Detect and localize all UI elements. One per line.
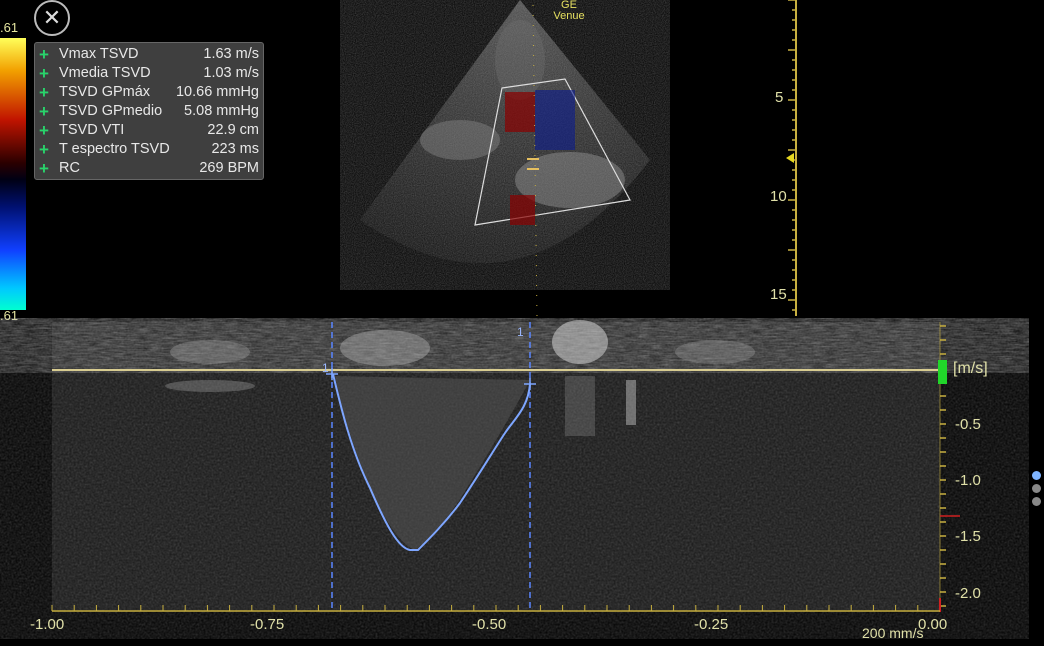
measurement-row[interactable]: + TSVD GPmáx 10.66 mmHg xyxy=(35,83,263,102)
plus-icon: + xyxy=(39,83,49,102)
page-dot[interactable] xyxy=(1032,497,1041,506)
caliper-label-start: 1 xyxy=(322,361,329,375)
velocity-label: -2.0 xyxy=(955,585,981,602)
velocity-label: -0.5 xyxy=(955,416,981,433)
measurement-row[interactable]: + Vmax TSVD 1.63 m/s xyxy=(35,45,263,64)
depth-label-15: 15 xyxy=(770,286,787,303)
color-scale-top-label: .61 xyxy=(0,20,19,35)
plus-icon: + xyxy=(39,64,49,83)
measurement-label: TSVD GPmedio xyxy=(59,103,163,119)
baseline-handle-icon[interactable] xyxy=(938,360,947,384)
plus-icon: + xyxy=(39,121,49,140)
measurement-value: 223 ms xyxy=(211,141,259,157)
ultrasound-sector-image xyxy=(360,0,650,318)
focus-marker-icon[interactable] xyxy=(786,153,794,163)
plus-icon: + xyxy=(39,140,49,159)
measurement-value: 22.9 cm xyxy=(207,122,259,138)
measurement-panel: + Vmax TSVD 1.63 m/s + Vmedia TSVD 1.03 m/s … xyxy=(34,42,264,180)
ge-venue-logo: GE Venue xyxy=(544,0,594,22)
measurement-row[interactable]: + Vmedia TSVD 1.03 m/s xyxy=(35,64,263,83)
measurement-row[interactable]: + TSVD VTI 22.9 cm xyxy=(35,121,263,140)
measurement-label: Vmedia TSVD xyxy=(59,65,151,81)
time-label: -1.00 xyxy=(30,616,65,633)
measurement-value: 269 BPM xyxy=(199,160,259,176)
depth-label-5: 5 xyxy=(775,89,784,106)
time-label: -0.25 xyxy=(694,616,729,633)
page-dot-active[interactable] xyxy=(1032,471,1041,480)
plus-icon: + xyxy=(39,45,49,64)
depth-label-10: 10 xyxy=(770,188,787,205)
depth-scale: 5 10 15 xyxy=(770,0,820,318)
sweep-speed-label: 200 mm/s xyxy=(862,625,924,641)
measurement-value: 1.03 m/s xyxy=(203,65,259,81)
measurement-label: TSVD VTI xyxy=(59,122,125,138)
page-dot[interactable] xyxy=(1032,484,1041,493)
measurement-label: RC xyxy=(59,160,80,176)
measurement-label: Vmax TSVD xyxy=(59,46,139,62)
time-label: -0.75 xyxy=(250,616,285,633)
depth-ruler xyxy=(786,0,797,316)
logo-line2: Venue xyxy=(553,10,585,22)
measurement-label: T espectro TSVD xyxy=(59,141,170,157)
velocity-unit-label: [m/s] xyxy=(953,360,988,377)
caliper-label-end: 1 xyxy=(517,325,524,339)
measurement-label: TSVD GPmáx xyxy=(59,84,151,100)
velocity-label: -1.0 xyxy=(955,472,981,489)
measurement-value: 1.63 m/s xyxy=(203,46,259,62)
measurement-row[interactable]: + RC 269 BPM xyxy=(35,159,263,178)
measurement-row[interactable]: + T espectro TSVD 223 ms xyxy=(35,140,263,159)
measurement-value: 5.08 mmHg xyxy=(184,103,259,119)
color-velocity-bar xyxy=(0,38,26,310)
close-button[interactable]: ✕ xyxy=(34,0,70,36)
close-icon: ✕ xyxy=(42,5,62,30)
plus-icon: + xyxy=(39,102,49,121)
measurement-value: 10.66 mmHg xyxy=(175,84,259,100)
plus-icon: + xyxy=(39,159,49,178)
doppler-spectrum[interactable]: 1 1 xyxy=(0,318,1044,646)
time-label: -0.50 xyxy=(472,616,507,633)
velocity-label: -1.5 xyxy=(955,528,981,545)
measurement-row[interactable]: + TSVD GPmedio 5.08 mmHg xyxy=(35,102,263,121)
